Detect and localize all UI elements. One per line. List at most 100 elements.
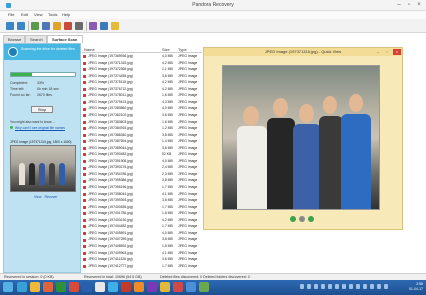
tab-search[interactable]: Search [25,35,47,43]
list-item[interactable]: JPEG Image (197376712.jpg) 4,2 MB JPEG Ima… [82,87,202,93]
app-icon-red[interactable] [121,282,131,292]
quick-view-minimize[interactable]: – [374,49,382,55]
tray-icon[interactable] [363,284,367,289]
media-icon[interactable] [43,282,53,292]
list-item[interactable]: JPEG Image (197375115.jpg) 4,2 MB JPEG Ima… [82,80,202,86]
list-item[interactable]: JPEG Image (197400455.jpg) 1,7 MB JPEG Ima… [82,205,202,211]
tray-icon[interactable] [321,284,325,289]
list-item[interactable]: JPEG Image (197396196.jpg) 1,7 MB JPEG Ima… [82,185,202,191]
list-item[interactable]: JPEG Image (197412777.jpg) 1,7 MB JPEG Ima… [82,264,202,270]
quick-view-maximize[interactable]: ▫ [383,49,391,55]
list-item[interactable]: JPEG Image (197390483.jpg) 52 KB JPEG Imag… [82,152,202,158]
list-item[interactable]: JPEG Image (197395386.jpg) 3,8 MB JPEG Ima… [82,178,202,184]
file-names-link[interactable]: Why can't I see original file names [10,126,78,130]
list-item[interactable]: JPEG Image (197399393.jpg) 3,6 MB JPEG Ima… [82,198,202,204]
list-item[interactable]: JPEG Image (197389044.jpg) 3,6 MB JPEG Ima… [82,146,202,152]
list-item[interactable]: JPEG Image (197374455.jpg) 3,6 MB JPEG Ima… [82,74,202,80]
list-item[interactable]: JPEG Image (197372365.jpg) 1,1 MB JPEG Ima… [82,67,202,73]
filter-icon[interactable] [89,22,97,30]
menu-view[interactable]: View [34,12,43,17]
file-names-link-text[interactable]: Why can't I see original file names [15,126,65,130]
tray-icon[interactable] [328,284,332,289]
list-item[interactable]: JPEG Image (197409963.jpg) 4,1 MB JPEG Ima… [82,251,202,257]
info-icon[interactable] [111,22,119,30]
ie-icon[interactable] [17,282,27,292]
tray-icon[interactable] [314,284,318,289]
close-button[interactable]: × [414,1,424,10]
list-item[interactable]: JPEG Image (197398044.jpg) 4,1 MB JPEG Ima… [82,192,202,198]
list-item[interactable]: JPEG Image (197369936.jpg) 4,0 MB JPEG Ima… [82,54,202,60]
app-icon-green[interactable] [199,282,209,292]
list-item[interactable]: JPEG Image (197404482.jpg) 1,7 MB JPEG Ima… [82,224,202,230]
tray-icon[interactable] [335,284,339,289]
maximize-button[interactable]: ▫ [404,1,414,10]
start-icon[interactable] [3,282,13,292]
list-item[interactable]: JPEG Image (197391908.jpg) 4,0 MB JPEG Ima… [82,159,202,165]
previous-image-icon[interactable] [290,216,296,222]
app-icon-purple[interactable] [147,282,157,292]
minimize-button[interactable]: – [394,1,404,10]
recover-link[interactable]: Recover [44,195,57,199]
pandora-icon[interactable] [108,282,118,292]
list-item[interactable]: JPEG Image (197408592.jpg) 1,5 MB JPEG Ima… [82,244,202,250]
list-item[interactable]: JPEG Image (197379413.jpg) 4,3 MB JPEG Ima… [82,100,202,106]
list-item[interactable]: JPEG Image (197411326.jpg) 3,6 MB JPEG Ima… [82,257,202,263]
back-icon[interactable] [6,22,14,30]
menu-file[interactable]: File [8,12,14,17]
view-link[interactable]: View [34,195,42,199]
stop-button[interactable]: Stop [31,106,53,113]
refresh-icon[interactable] [31,22,39,30]
forward-icon[interactable] [17,22,25,30]
folder-icon[interactable] [30,282,40,292]
menu-tools[interactable]: Tools [48,12,57,17]
clock[interactable]: 2:56 01-04-17 [409,282,423,292]
tab-surface-scan[interactable]: Surface Scan [47,35,83,43]
menu-help[interactable]: Help [62,12,70,17]
file-size: 4,2 MB [162,217,173,222]
tray-icon[interactable] [356,284,360,289]
app-icon-s[interactable] [173,282,183,292]
tray-icon[interactable] [307,284,311,289]
excel-icon[interactable] [56,282,66,292]
list-item[interactable]: JPEG Image (197401786.jpg) 1,6 MB JPEG Ima… [82,211,202,217]
list-item[interactable]: JPEG Image (197407259.jpg) 3,6 MB JPEG Ima… [82,237,202,243]
list-item[interactable]: JPEG Image (197378011.jpg) 1,6 MB JPEG Ima… [82,93,202,99]
tray-icon[interactable] [342,284,346,289]
list-item[interactable]: JPEG Image (197394786.jpg) 2,3 MB JPEG Ima… [82,172,202,178]
list-item[interactable]: JPEG Image (197383603.jpg) 1,6 MB JPEG Ima… [82,120,202,126]
list-item[interactable]: JPEG Image (197371315.jpg) 4,2 MB JPEG Ima… [82,61,202,67]
word-icon[interactable] [82,282,92,292]
tray-icon[interactable] [300,284,304,289]
list-item[interactable]: JPEG Image (197382102.jpg) 3,6 MB JPEG Ima… [82,113,202,119]
column-name[interactable]: Name [84,47,95,52]
list-item[interactable]: JPEG Image (197405891.jpg) 4,0 MB JPEG Ima… [82,231,202,237]
zoom-icon[interactable] [299,216,305,222]
tab-browse[interactable]: Browse [3,35,25,43]
column-type[interactable]: Type [178,47,187,52]
list-item[interactable]: JPEG Image (197380860.jpg) 4,0 MB JPEG Ima… [82,106,202,112]
skype-icon[interactable] [186,282,196,292]
column-size[interactable]: Size [162,47,170,52]
list-item[interactable]: JPEG Image (197403130.jpg) 4,2 MB JPEG Ima… [82,218,202,224]
tray-icon[interactable] [349,284,353,289]
firefox-icon[interactable] [134,282,144,292]
tray-icon[interactable] [377,284,381,289]
app-icon-yellow[interactable] [160,282,170,292]
powerpoint-icon[interactable] [69,282,79,292]
menu-edit[interactable]: Edit [21,12,28,17]
list-item[interactable]: JPEG Image (197384915.jpg) 1,2 MB JPEG Ima… [82,126,202,132]
next-image-icon[interactable] [308,216,314,222]
quick-view-close[interactable]: × [393,49,401,55]
help-icon[interactable] [100,22,108,30]
thumbnail-preview[interactable] [10,145,76,192]
list-item[interactable]: JPEG Image (197387694.jpg) 1,4 MB JPEG Ima… [82,139,202,145]
list-item[interactable]: JPEG Image (197393176.jpg) 2,4 MB JPEG Ima… [82,165,202,171]
list-item[interactable]: JPEG Image (197386340.jpg) 3,8 MB JPEG Ima… [82,133,202,139]
settings-icon[interactable] [75,22,83,30]
drive-icon[interactable] [42,22,50,30]
chrome-icon[interactable] [95,282,105,292]
tray-icon[interactable] [384,284,388,289]
recover-icon[interactable] [53,22,61,30]
tray-icon[interactable] [370,284,374,289]
delete-icon[interactable] [64,22,72,30]
